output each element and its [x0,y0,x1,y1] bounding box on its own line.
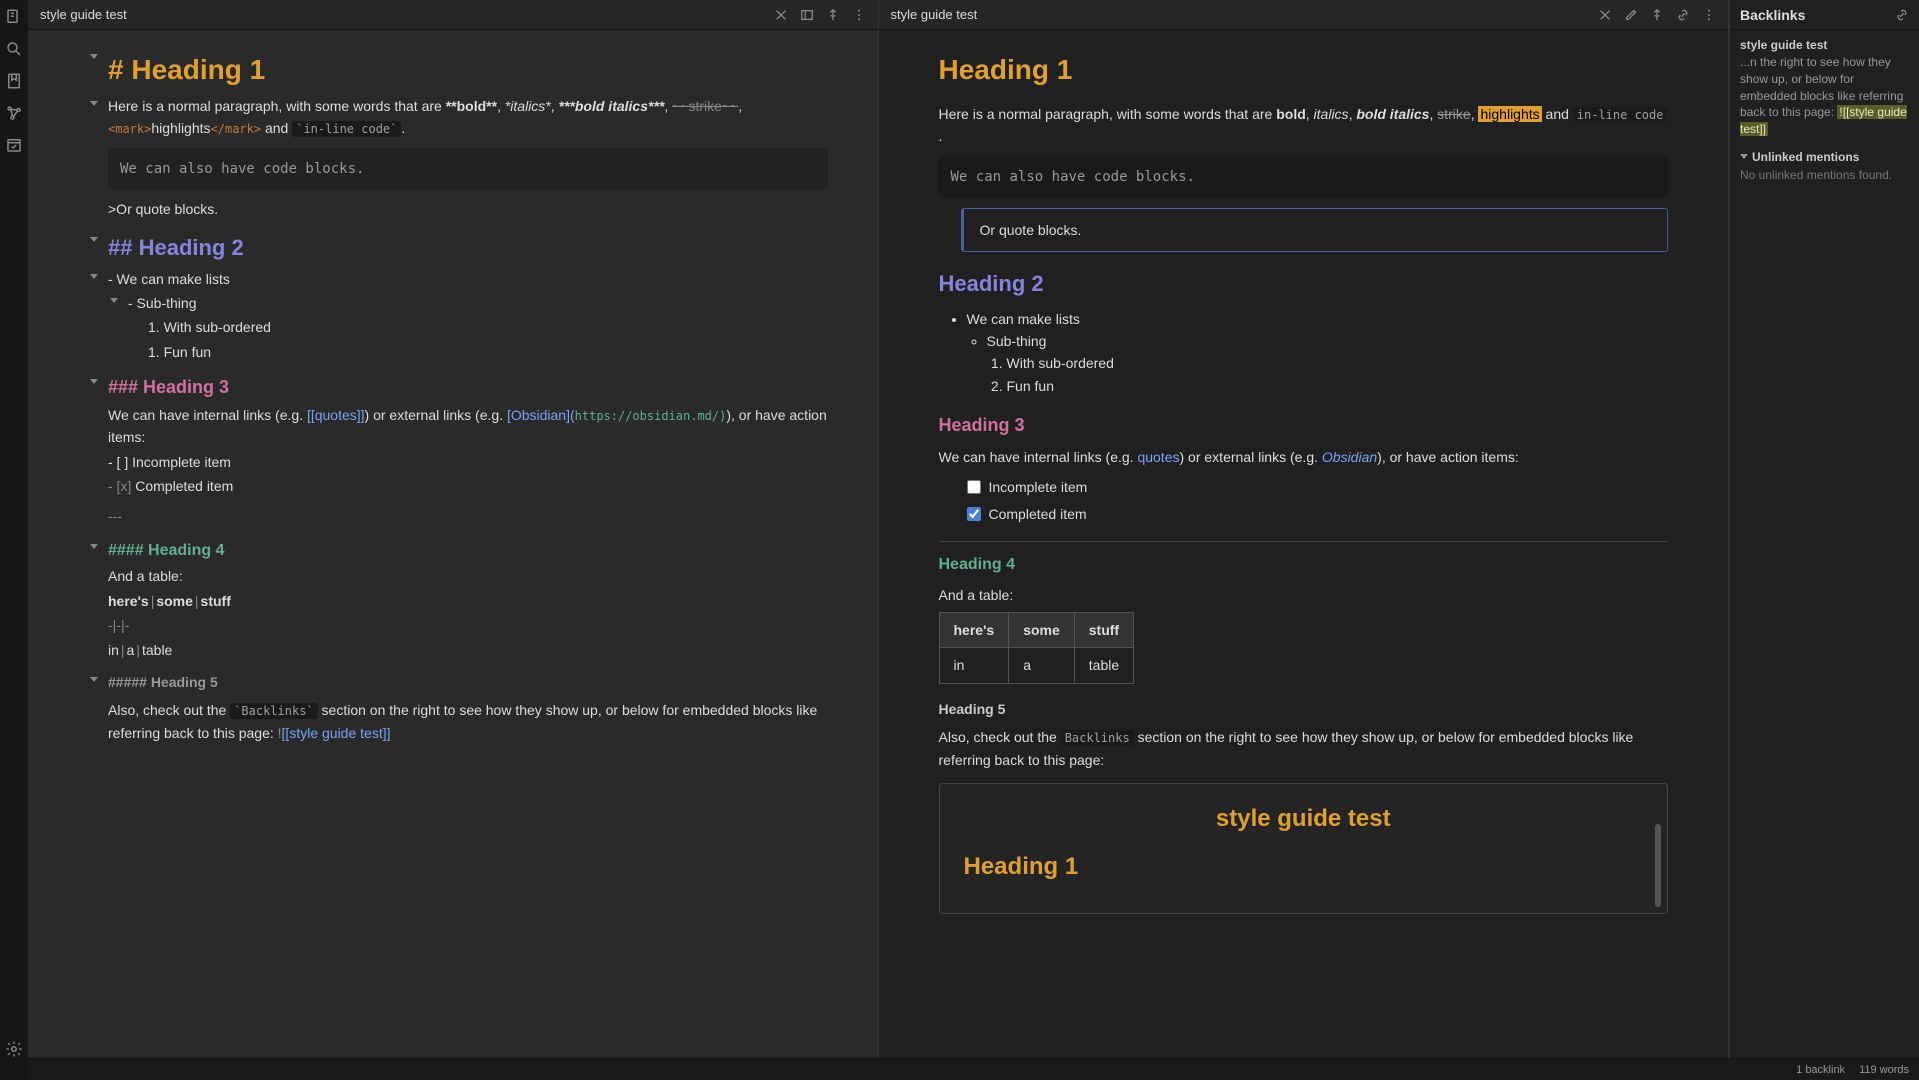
close-icon[interactable] [1598,8,1612,22]
task-item: Incomplete item [967,474,1669,500]
preview-content: Heading 1 Here is a normal paragraph, wi… [879,30,1729,1058]
task-item: Completed item [967,501,1669,527]
embedded-note[interactable]: style guide test Heading 1 [939,783,1669,914]
code-block: We can also have code blocks. [939,156,1669,198]
word-count[interactable]: 119 words [1859,1064,1909,1076]
more-icon[interactable] [852,8,866,22]
tab-title[interactable]: style guide test [891,7,1599,22]
external-link[interactable]: Obsidian [1322,449,1377,465]
pin-icon[interactable] [1650,8,1664,22]
backlink-note-title[interactable]: style guide test [1740,38,1909,52]
fold-toggle[interactable] [90,677,98,682]
calendar-icon[interactable] [5,136,23,154]
heading-1-src: # Heading 1 [108,54,265,85]
files-icon[interactable] [5,8,23,26]
task-list: Incomplete item Completed item [967,474,1669,527]
heading-2: Heading 2 [939,266,1669,301]
left-ribbon [0,0,28,1080]
status-bar: 1 backlink 119 words [28,1058,1919,1080]
fold-toggle[interactable] [90,237,98,242]
table: here'ssomestuff inatable [939,612,1135,684]
heading-4-src: #### Heading 4 [108,542,225,559]
scrollbar[interactable] [1655,824,1661,907]
more-icon[interactable] [1702,8,1716,22]
embed-title: style guide test [964,800,1644,838]
link-icon[interactable] [1676,8,1690,22]
unordered-list: We can make lists Sub-thing With sub-ord… [967,308,1669,398]
heading-1: Heading 1 [939,48,1669,93]
unlinked-mentions-toggle[interactable]: Unlinked mentions [1740,150,1909,164]
paragraph: Here is a normal paragraph, with some wo… [939,103,1669,148]
graph-icon[interactable] [5,104,23,122]
no-mentions-text: No unlinked mentions found. [1740,168,1909,182]
preview-pane: style guide test Heading 1 Here is a nor… [879,0,1730,1058]
tab-header-right: style guide test [879,0,1729,30]
heading-2-src: ## Heading 2 [108,235,244,260]
heading-5: Heading 5 [939,698,1669,720]
heading-4: Heading 4 [939,541,1669,578]
backlink-excerpt[interactable]: ...n the right to see how they show up, … [1740,54,1909,138]
source-editor[interactable]: # Heading 1 Here is a normal paragraph, … [28,30,878,1058]
close-icon[interactable] [774,8,788,22]
panel-icon[interactable] [800,8,814,22]
fold-toggle[interactable] [90,274,98,279]
heading-3-src: ### Heading 3 [108,377,229,397]
code-block-src: We can also have code blocks. [108,148,828,190]
bookmarks-icon[interactable] [5,72,23,90]
sidebar-title: Backlinks [1740,7,1805,23]
link-icon[interactable] [1895,8,1909,22]
heading-5-src: ##### Heading 5 [108,674,218,690]
task-checkbox[interactable] [967,480,981,494]
search-icon[interactable] [5,40,23,58]
internal-link[interactable]: quotes [1137,449,1179,465]
heading-3: Heading 3 [939,411,1669,440]
edit-icon[interactable] [1624,8,1638,22]
highlight: highlights [1478,106,1541,122]
fold-toggle[interactable] [90,379,98,384]
chevron-down-icon [1740,154,1748,159]
pin-icon[interactable] [826,8,840,22]
fold-toggle[interactable] [90,101,98,106]
tab-title[interactable]: style guide test [40,7,774,22]
quote-src: >Or quote blocks. [108,198,828,220]
fold-toggle[interactable] [90,544,98,549]
settings-icon[interactable] [5,1040,23,1058]
source-pane: style guide test # Heading 1 Here is a n… [28,0,879,1058]
task-checkbox[interactable] [967,507,981,521]
fold-toggle[interactable] [90,54,98,59]
fold-toggle[interactable] [110,298,118,303]
tab-header-left: style guide test [28,0,878,30]
backlinks-sidebar: Backlinks style guide test ...n the righ… [1729,0,1919,1058]
backlink-count[interactable]: 1 backlink [1796,1064,1845,1076]
blockquote: Or quote blocks. [961,208,1669,252]
